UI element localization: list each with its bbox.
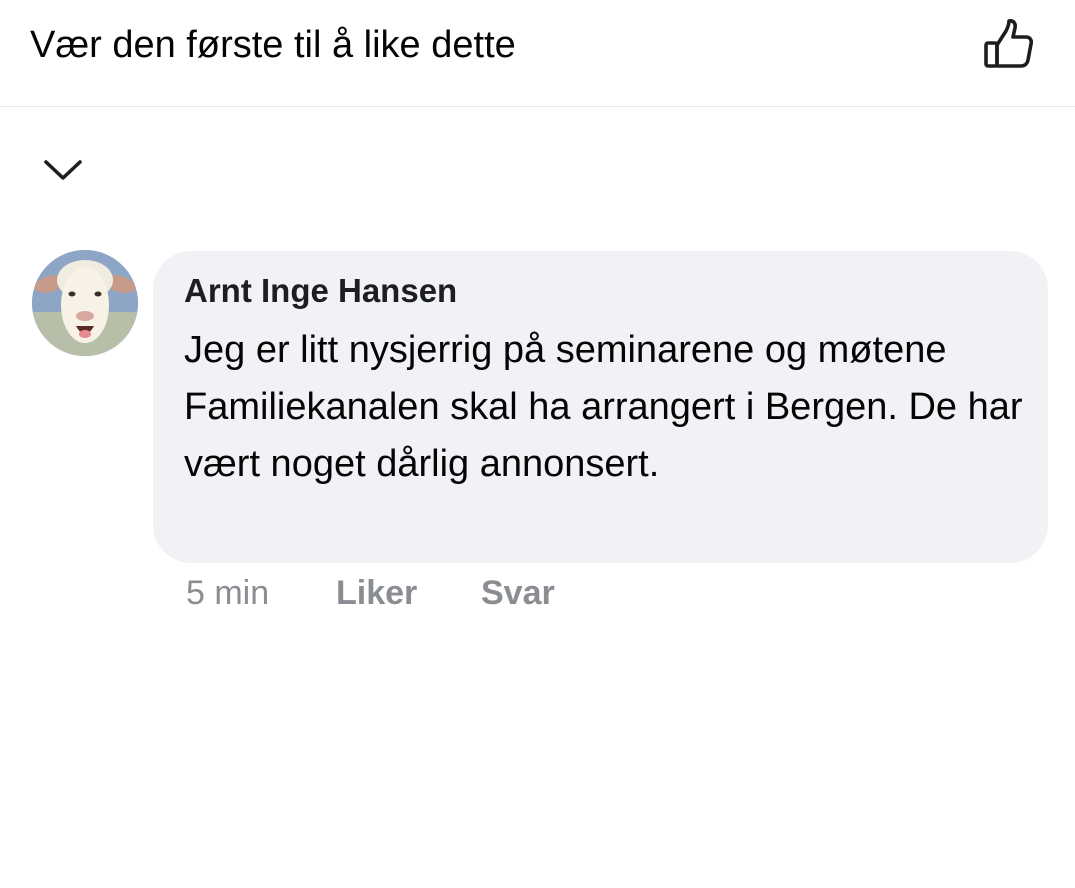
sheep-avatar (32, 250, 138, 356)
like-button[interactable] (978, 16, 1038, 74)
comment-bubble: Arnt Inge Hansen Jeg er litt nysjerrig p… (153, 251, 1048, 563)
collapse-comments-toggle[interactable] (40, 150, 86, 190)
comment-reply-button[interactable]: Svar (481, 570, 555, 616)
comment-timestamp[interactable]: 5 min (186, 570, 269, 616)
like-summary-text: Vær den første til å like dette (30, 24, 516, 66)
avatar[interactable] (32, 250, 138, 356)
thumbs-up-outline-icon (984, 19, 1034, 68)
chevron-down-icon (44, 160, 82, 180)
comment-like-button[interactable]: Liker (336, 570, 417, 616)
comment-text: Jeg er litt nysjerrig på seminarene og m… (184, 329, 1023, 485)
like-summary-bar: Vær den første til å like dette (0, 0, 1075, 107)
comment-author-name[interactable]: Arnt Inge Hansen (184, 269, 457, 313)
